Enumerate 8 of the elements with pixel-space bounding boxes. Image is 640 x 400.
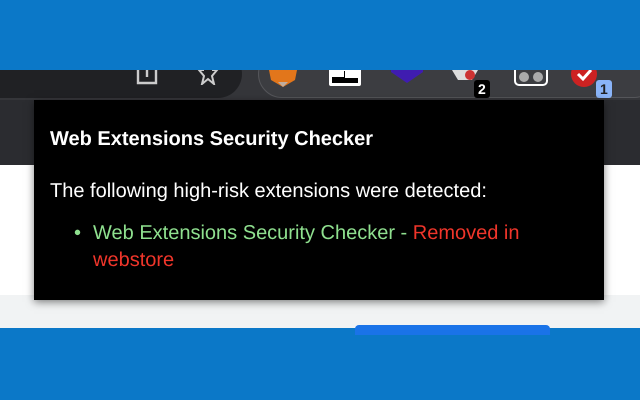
popup-message: The following high-risk extensions were detected:: [50, 179, 488, 204]
glasses-icon[interactable]: [514, 70, 548, 86]
bullet: •: [74, 221, 82, 246]
badge: 2: [474, 80, 490, 98]
popup-title: Web Extensions Security Checker: [50, 127, 374, 152]
badge: 1: [596, 80, 612, 98]
extension-entry: Web Extensions Security Checker - Removed in webstore: [93, 221, 520, 273]
window-icon[interactable]: [328, 70, 362, 87]
